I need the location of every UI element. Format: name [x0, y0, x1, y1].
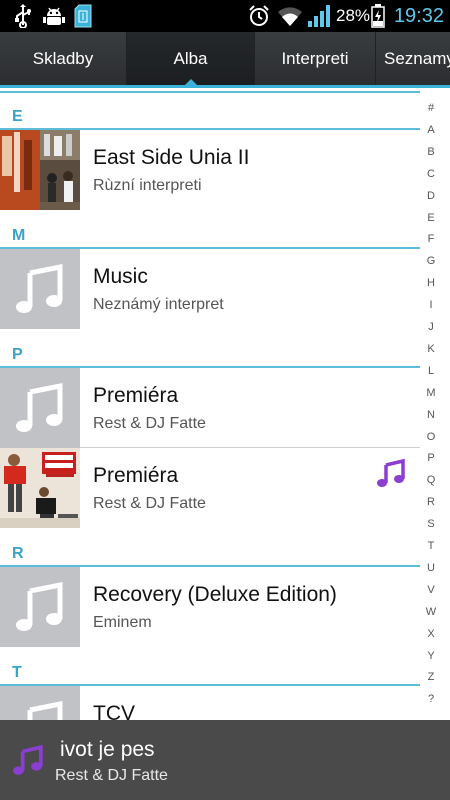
album-artist: Neznámý interpret: [93, 296, 224, 313]
album-artist: Eminem: [93, 614, 152, 631]
index-letter[interactable]: E: [420, 212, 442, 224]
index-letter[interactable]: Q: [420, 474, 442, 486]
index-letter[interactable]: L: [420, 365, 442, 377]
tab-seznamy[interactable]: Seznamy: [376, 32, 450, 85]
section-header: R: [0, 528, 420, 567]
android-debug-icon: [42, 4, 66, 28]
status-bar: 28% 19:32: [0, 0, 450, 32]
tab-bar: Skladby Alba Interpreti Seznamy: [0, 32, 450, 88]
index-letter[interactable]: K: [420, 343, 442, 355]
tab-label: Alba: [173, 48, 208, 68]
album-artist: Rest & DJ Fatte: [93, 495, 206, 512]
album-title: Music: [93, 265, 148, 288]
index-letter[interactable]: S: [420, 518, 442, 530]
index-letter[interactable]: C: [420, 168, 442, 180]
now-playing-title: ivot je pes: [60, 738, 155, 761]
now-playing-artist: Rest & DJ Fatte: [55, 767, 168, 784]
index-letter[interactable]: I: [420, 299, 442, 311]
section-header: P: [0, 329, 420, 368]
status-clock: 19:32: [393, 4, 444, 27]
music-note-icon: [0, 567, 80, 647]
album-title: TCV: [93, 702, 135, 721]
index-letter[interactable]: P: [420, 452, 442, 464]
now-playing-bar[interactable]: ivot je pes Rest & DJ Fatte: [0, 720, 450, 800]
index-letter[interactable]: U: [420, 562, 442, 574]
index-letter[interactable]: G: [420, 255, 442, 267]
album-artist: Rùzní interpreti: [93, 177, 202, 194]
index-letter[interactable]: B: [420, 146, 442, 158]
index-letter[interactable]: D: [420, 190, 442, 202]
index-letter[interactable]: N: [420, 409, 442, 421]
index-letter[interactable]: J: [420, 321, 442, 333]
index-letter[interactable]: H: [420, 277, 442, 289]
tab-interpreti[interactable]: Interpreti: [255, 32, 376, 85]
index-letter[interactable]: #: [420, 102, 442, 114]
album-row[interactable]: Premiéra Rest & DJ Fatte: [0, 368, 420, 448]
album-title: Premiéra: [93, 464, 179, 487]
index-letter[interactable]: Z: [420, 671, 442, 683]
sd-card-icon: [72, 4, 94, 28]
index-letter[interactable]: O: [420, 431, 442, 443]
album-artist: Rest & DJ Fatte: [93, 415, 206, 432]
album-title: Recovery (Deluxe Edition): [93, 583, 337, 606]
album-list[interactable]: E East Side Unia II Rùzní interpreti M M…: [0, 91, 420, 721]
index-letter[interactable]: A: [420, 124, 442, 136]
album-row[interactable]: Music Neznámý interpret: [0, 249, 420, 329]
album-row[interactable]: TCV: [0, 686, 420, 721]
album-row[interactable]: East Side Unia II Rùzní interpreti: [0, 130, 420, 210]
section-letter: T: [12, 664, 22, 681]
album-row[interactable]: Premiéra Rest & DJ Fatte: [0, 448, 420, 528]
tab-label: Skladby: [32, 48, 94, 68]
album-row[interactable]: Recovery (Deluxe Edition) Eminem: [0, 567, 420, 647]
usb-icon: [12, 4, 34, 28]
section-header: M: [0, 210, 420, 249]
tab-label: Interpreti: [281, 48, 349, 68]
tab-label: Seznamy: [384, 48, 450, 68]
tab-skladby[interactable]: Skladby: [0, 32, 127, 85]
music-note-icon: [0, 368, 80, 448]
index-letter[interactable]: ?: [420, 693, 442, 705]
section-header: E: [0, 91, 420, 130]
wifi-icon: [276, 4, 304, 28]
album-title: Premiéra: [93, 384, 179, 407]
index-letter[interactable]: V: [420, 584, 442, 596]
battery-percent: 28%: [336, 6, 371, 25]
section-header: T: [0, 647, 420, 686]
section-letter: R: [12, 545, 24, 562]
album-title: East Side Unia II: [93, 146, 250, 169]
index-letter[interactable]: X: [420, 628, 442, 640]
index-letter[interactable]: T: [420, 540, 442, 552]
index-letter[interactable]: R: [420, 496, 442, 508]
alphabet-index[interactable]: # A B C D E F G H I J K L M N O P Q R S T U V W X Y Z?: [420, 102, 450, 712]
section-letter: E: [12, 108, 23, 125]
music-note-icon: [12, 744, 44, 781]
album-cover: [0, 448, 80, 528]
alarm-icon: [246, 4, 272, 28]
index-letter[interactable]: M: [420, 387, 442, 399]
index-letter[interactable]: W: [420, 606, 442, 618]
tab-alba[interactable]: Alba: [127, 32, 255, 85]
now-playing-note-icon: [376, 458, 406, 493]
signal-icon: [306, 4, 332, 28]
battery-charging-icon: [370, 4, 386, 28]
index-letter[interactable]: F: [420, 233, 442, 245]
music-note-icon: [0, 686, 80, 721]
index-letter[interactable]: Y: [420, 650, 442, 662]
album-cover: [0, 130, 80, 210]
music-note-icon: [0, 249, 80, 329]
section-letter: P: [12, 346, 23, 363]
section-letter: M: [12, 227, 26, 244]
